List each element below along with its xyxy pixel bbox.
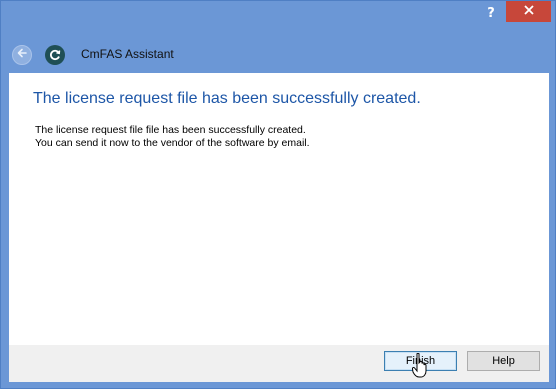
page-heading: The license request file has been succes…: [33, 90, 421, 107]
back-arrow-icon: [16, 46, 28, 64]
mouse-cursor-icon: [411, 352, 428, 384]
header-bar: CmFAS Assistant: [1, 39, 556, 71]
body-line-2: You can send it now to the vendor of the…: [35, 137, 310, 149]
title-bar[interactable]: ?: [1, 1, 556, 27]
help-button[interactable]: Help: [467, 351, 540, 371]
button-bar: Finish Help: [9, 345, 549, 382]
help-titlebar-button[interactable]: ?: [479, 3, 503, 23]
body-text: The license request file file has been s…: [35, 124, 310, 150]
content-panel: The license request file has been succes…: [9, 73, 549, 345]
body-line-1: The license request file file has been s…: [35, 124, 306, 136]
back-button[interactable]: [12, 45, 32, 65]
app-title: CmFAS Assistant: [81, 47, 174, 61]
assistant-window: ? CmFAS Assistant The license request fi…: [0, 0, 556, 389]
close-icon: [523, 3, 535, 21]
close-button[interactable]: [506, 1, 551, 22]
cmfas-icon: [45, 45, 65, 65]
